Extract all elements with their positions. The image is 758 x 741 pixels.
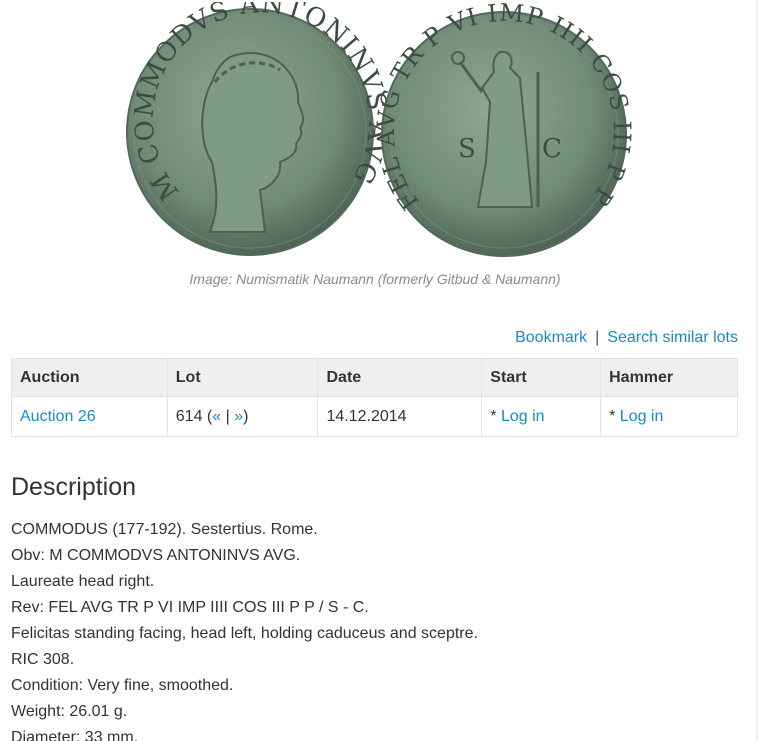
- description-line: Condition: Very fine, smoothed.: [11, 677, 234, 694]
- image-caption: Image: Numismatik Naumann (formerly Gitb…: [189, 271, 561, 287]
- coin-image[interactable]: M COMMODVS ANTONINVS AVG FEL AVG TR P VI…: [120, 2, 640, 264]
- reverse-c-letter: C: [542, 134, 562, 164]
- header-start: Start: [481, 358, 602, 397]
- description-line: Felicitas standing facing, head left, ho…: [11, 625, 478, 642]
- header-hammer: Hammer: [600, 358, 738, 397]
- lot-nav-separator: |: [221, 407, 235, 425]
- auction-link[interactable]: Auction 26: [20, 408, 96, 425]
- previous-lot-link[interactable]: «: [212, 408, 221, 425]
- description-text: COMMODUS (177-192). Sestertius. Rome. Ob…: [11, 517, 478, 741]
- start-prefix: *: [490, 407, 501, 425]
- description-line: Obv: M COMMODVS ANTONINVS AVG.: [11, 547, 301, 564]
- lot-details-table: Auction Lot Date Start Hammer Auction 26…: [11, 358, 738, 437]
- cell-hammer: * Log in: [600, 396, 738, 437]
- header-date: Date: [317, 358, 483, 397]
- bookmark-link[interactable]: Bookmark: [515, 329, 587, 346]
- table-row: Auction 26 614 (« | ») 14.12.2014 * Log …: [11, 396, 738, 437]
- description-heading: Description: [11, 473, 137, 501]
- description-line: Diameter: 33 mm.: [11, 729, 139, 741]
- description-line: COMMODUS (177-192). Sestertius. Rome.: [11, 521, 318, 538]
- search-similar-lots-link[interactable]: Search similar lots: [607, 329, 738, 346]
- coin-reverse: FEL AVG TR P VI IMP IIII COS III P P S C: [372, 2, 635, 257]
- header-auction: Auction: [11, 358, 168, 397]
- lot-close-paren: ): [243, 407, 249, 425]
- lot-number: 614 (: [175, 407, 213, 425]
- cell-auction: Auction 26: [11, 396, 168, 437]
- header-lot: Lot: [166, 358, 319, 397]
- start-login-link[interactable]: Log in: [501, 408, 545, 425]
- coin-obverse: M COMMODVS ANTONINVS AVG: [126, 2, 391, 256]
- table-header-row: Auction Lot Date Start Hammer: [11, 358, 738, 397]
- cell-lot: 614 (« | »): [166, 396, 319, 437]
- cell-date: 14.12.2014: [317, 396, 483, 437]
- description-line: Rev: FEL AVG TR P VI IMP IIII COS III P …: [11, 599, 369, 616]
- coin-image-area: M COMMODVS ANTONINVS AVG FEL AVG TR P VI…: [0, 0, 758, 300]
- description-line: Laureate head right.: [11, 573, 155, 590]
- lot-actions: Bookmark | Search similar lots: [515, 329, 738, 347]
- hammer-login-link[interactable]: Log in: [620, 408, 664, 425]
- next-lot-link[interactable]: »: [234, 408, 243, 425]
- hammer-prefix: *: [609, 407, 620, 425]
- reverse-s-letter: S: [458, 134, 476, 164]
- description-line: RIC 308.: [11, 651, 75, 668]
- cell-start: * Log in: [481, 396, 602, 437]
- description-line: Weight: 26.01 g.: [11, 703, 128, 720]
- actions-separator: |: [595, 329, 600, 346]
